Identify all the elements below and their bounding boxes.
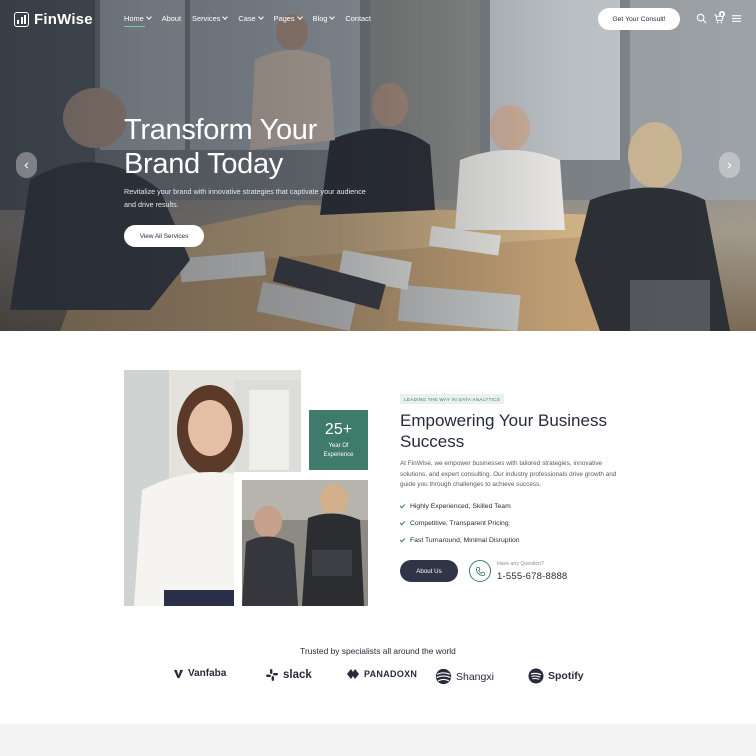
experience-number: 25+	[324, 421, 353, 438]
menu-item-services[interactable]: Services	[192, 14, 229, 23]
site-header: FinWise Home About Services Case Pages B…	[0, 0, 756, 38]
check-icon	[399, 536, 406, 543]
menu-item-case[interactable]: Case	[238, 14, 264, 23]
hero-title-line2: Brand Today	[124, 148, 284, 180]
menu-item-blog[interactable]: Blog	[313, 14, 336, 23]
view-all-services-button[interactable]: View All Services	[124, 225, 204, 247]
logo[interactable]: FinWise	[14, 11, 93, 28]
phone-label: Have any Question?	[497, 561, 545, 567]
chevron-down-icon	[257, 14, 264, 20]
about-title: Empowering Your Business Success	[400, 411, 607, 451]
brand-logo-spotify: Spotify	[528, 668, 584, 684]
chevron-right-icon	[727, 162, 732, 168]
hero-subtitle-line2: and drive results.	[124, 199, 179, 209]
trusted-heading: Trusted by specialists all around the wo…	[300, 646, 456, 656]
experience-label: Year Of Experience	[323, 443, 354, 458]
feature-item: Fast Turnaround, Minimal Disruption	[399, 536, 520, 544]
phone-icon	[475, 566, 485, 576]
spotify-logo-icon	[528, 668, 544, 684]
check-icon	[399, 502, 406, 509]
chevron-down-icon	[296, 14, 303, 20]
next-section-band	[0, 724, 756, 756]
chevron-down-icon	[145, 14, 152, 20]
hero-section: FinWise Home About Services Case Pages B…	[0, 0, 756, 331]
panadoxn-logo-icon	[347, 669, 359, 679]
about-description: At FinWise, we empower businesses with t…	[400, 460, 617, 488]
menu-item-pages[interactable]: Pages	[274, 14, 303, 23]
menu-item-contact[interactable]: Contact	[345, 14, 370, 23]
hero-title-line1: Transform Your	[124, 114, 317, 146]
about-secondary-image	[242, 480, 368, 606]
section-tag: LEADING THE WAY IN DATA ANALYTICS	[400, 394, 505, 404]
brand-logo-panadoxn: PANADOXN	[346, 668, 417, 680]
slider-prev-button[interactable]	[16, 152, 37, 178]
menu-item-about[interactable]: About	[162, 14, 181, 23]
menu-icon[interactable]	[731, 13, 742, 24]
get-consult-button[interactable]: Get Your Consult!	[598, 8, 680, 30]
search-icon[interactable]	[696, 13, 707, 24]
hero-subtitle-line1: Revitalize your brand with innovative st…	[124, 187, 366, 196]
menu-item-home[interactable]: Home	[124, 14, 152, 28]
chevron-down-icon	[222, 14, 229, 20]
shangxi-logo-icon	[435, 668, 452, 685]
feature-item: Competitive, Transparent Pricing	[399, 519, 509, 527]
cart-count-badge: 0	[719, 11, 725, 17]
hero-subtitle: Revitalize your brand with innovative st…	[124, 186, 394, 211]
vanfaba-logo-icon	[173, 669, 184, 679]
hero-title: Transform Your Brand Today	[124, 113, 404, 181]
chevron-down-icon	[329, 14, 336, 20]
experience-badge: 25+ Year Of Experience	[309, 410, 368, 470]
logo-chart-icon	[14, 12, 29, 27]
brand-logo-vanfaba: Vanfaba	[173, 668, 226, 679]
phone-number[interactable]: 1-555-678-8888	[497, 571, 567, 582]
main-menu: Home About Services Case Pages Blog Cont…	[124, 14, 371, 28]
logo-text: FinWise	[34, 11, 93, 28]
check-icon	[399, 519, 406, 526]
slack-logo-icon	[266, 669, 278, 681]
page: FinWise Home About Services Case Pages B…	[0, 0, 756, 756]
about-us-button[interactable]: About Us	[400, 560, 458, 582]
brand-logo-shangxi: Shangxi	[435, 668, 494, 685]
brand-logo-slack: slack	[265, 668, 312, 682]
chevron-left-icon	[24, 162, 29, 168]
slider-next-button[interactable]	[719, 152, 740, 178]
phone-icon-circle[interactable]	[469, 560, 491, 582]
feature-item: Highly Experienced, Skilled Team	[399, 502, 511, 510]
